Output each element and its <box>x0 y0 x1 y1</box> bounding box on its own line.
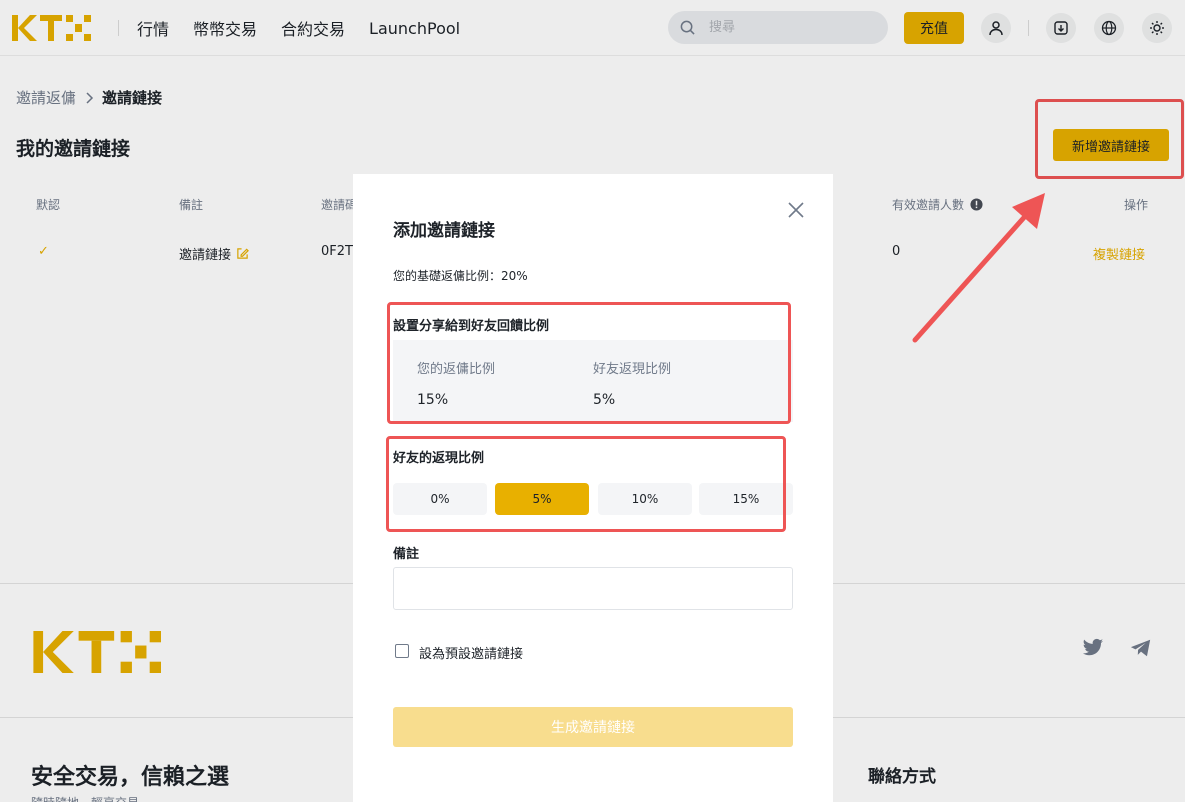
note-label: 備註 <box>393 547 420 562</box>
base-rebate-value: 20% <box>501 269 528 283</box>
base-rebate-ratio: 您的基礎返傭比例：20% <box>393 267 528 284</box>
annotation-arrow <box>912 193 1045 343</box>
modal-title: 添加邀請鏈接 <box>393 221 495 241</box>
default-link-checkbox-label[interactable]: 設為預設邀請鏈接 <box>419 643 523 662</box>
close-icon[interactable] <box>786 200 806 220</box>
annotation-highlight-friend-options <box>386 436 786 532</box>
generate-invite-link-button[interactable]: 生成邀請鏈接 <box>393 707 793 747</box>
add-invite-link-modal: 添加邀請鏈接 您的基礎返傭比例：20% 設置分享給到好友回饋比例 您的返傭比例 … <box>353 174 833 802</box>
default-link-checkbox[interactable] <box>395 644 409 658</box>
note-input[interactable] <box>393 567 793 610</box>
annotation-highlight-share-ratio <box>387 302 791 424</box>
base-rebate-label: 您的基礎返傭比例： <box>393 269 502 283</box>
